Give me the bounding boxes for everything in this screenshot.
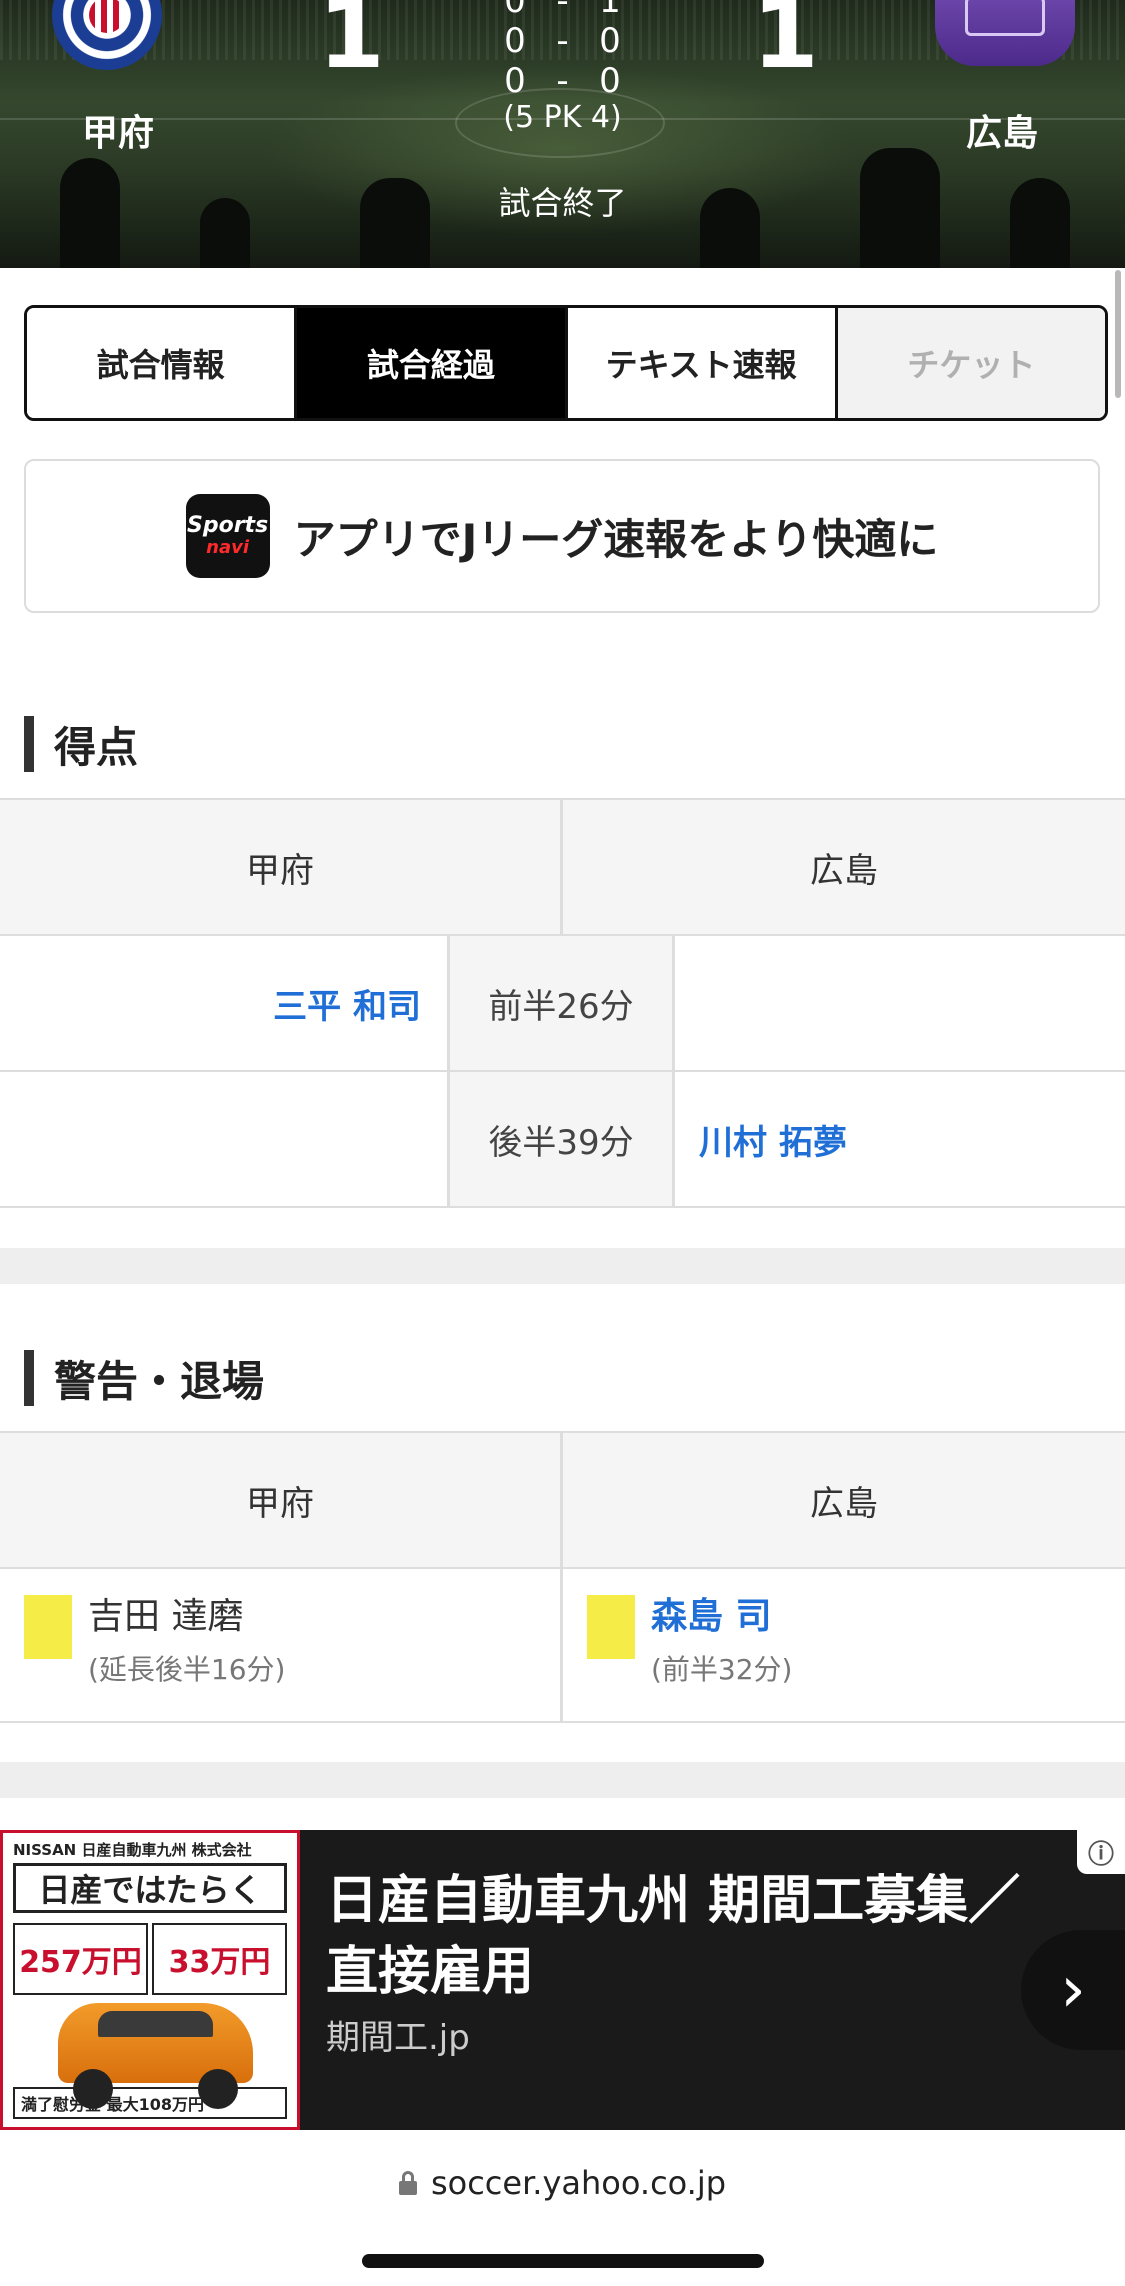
player-link[interactable]: 森島 司: [651, 1595, 792, 1638]
fan-silhouette: [1010, 178, 1070, 268]
scoring-table: 甲府 広島 三平 和司 前半26分 後半39分 川村 拓夢: [0, 798, 1125, 1208]
ad-title[interactable]: 日産自動車九州 期間工募集／直接雇用: [326, 1866, 1026, 2007]
tab-text-live[interactable]: テキスト速報: [567, 308, 838, 418]
home-team-name[interactable]: 甲府: [82, 104, 154, 156]
yellow-card-icon: [24, 1595, 72, 1659]
sportsnavi-app-icon: Sports navi: [185, 494, 270, 578]
scrollbar[interactable]: [1115, 270, 1121, 398]
ad-info-icon[interactable]: ⓘ: [1077, 1830, 1125, 1874]
app-promo-text: アプリでJリーグ速報をより快適に: [293, 514, 939, 564]
lock-icon: [398, 2171, 417, 2195]
ad-image-bonus: 満了慰労金 最大108万円: [13, 2087, 287, 2119]
section-title-bar: [24, 1350, 34, 1406]
match-status: 試合終了: [498, 184, 627, 222]
home-team-column-header: 甲府: [0, 800, 563, 934]
away-team-name[interactable]: 広島: [966, 104, 1038, 156]
tab-match-info[interactable]: 試合情報: [27, 308, 298, 418]
section-title-text: 警告・退場: [54, 1356, 265, 1406]
tab-match-progress[interactable]: 試合経過: [297, 308, 568, 418]
period-separator: -: [556, 0, 569, 21]
ad-image-offers: 257万円 33万円: [13, 1923, 287, 1995]
scoring-section-title: 得点: [24, 716, 138, 772]
chevron-right-icon[interactable]: ›: [1021, 1930, 1125, 2050]
period-away-score: 0: [599, 21, 621, 61]
ad-source[interactable]: 期間工.jp: [326, 2010, 470, 2059]
match-header: 1 1 0 - 1 0 - 0 0 - 0 (5 PK 4) 甲府 広島 試合終…: [0, 0, 1125, 268]
fan-silhouette: [360, 178, 430, 268]
player-link[interactable]: 三平 和司: [273, 979, 421, 1028]
table-row: 吉田 達磨 (延長後半16分) 森島 司 (前半32分): [0, 1569, 1125, 1723]
card-time: (延長後半16分): [88, 1653, 286, 1687]
app-icon-label: Sports: [187, 513, 269, 538]
away-scorer-cell: 川村 拓夢: [675, 1072, 1125, 1206]
period-home-score: 0: [504, 21, 526, 61]
section-title-text: 得点: [54, 722, 139, 772]
app-icon-label: navi: [206, 537, 250, 558]
cards-section-title: 警告・退場: [24, 1350, 264, 1406]
ad-image-company: NISSAN 日産自動車九州 株式会社: [13, 1841, 252, 1859]
fan-silhouette: [200, 198, 250, 268]
table-header-row: 甲府 広島: [0, 1433, 1125, 1569]
carded-player-name: 吉田 達磨: [88, 1596, 244, 1637]
home-scorer-cell: [0, 1072, 450, 1206]
table-row: 後半39分 川村 拓夢: [0, 1072, 1125, 1208]
away-scorer-cell: [675, 936, 1125, 1070]
fan-silhouette: [860, 148, 940, 268]
away-team-column-header: 広島: [563, 800, 1125, 934]
period-separator: -: [556, 61, 569, 101]
ad-offer-1: 257万円: [13, 1923, 148, 1995]
card-time: (前半32分): [651, 1653, 793, 1687]
url-text: soccer.yahoo.co.jp: [430, 2164, 727, 2202]
ad-image-headline: 日産ではたらく: [13, 1863, 287, 1913]
period-home-score: 0: [504, 61, 526, 101]
section-divider: [0, 1248, 1125, 1284]
goal-time: 前半26分: [450, 936, 675, 1070]
fan-silhouette: [700, 188, 760, 268]
section-divider: [0, 1762, 1125, 1798]
period-home-score: 0: [504, 0, 526, 21]
home-score: 1: [318, 0, 385, 90]
url-display[interactable]: soccer.yahoo.co.jp: [0, 2164, 1125, 2202]
away-card-cell: 森島 司 (前半32分): [563, 1569, 1125, 1721]
app-promo-banner[interactable]: Sports navi アプリでJリーグ速報をより快適に: [24, 459, 1100, 613]
period-score-row: 0 - 1: [500, 0, 625, 18]
home-team-column-header: 甲府: [0, 1433, 563, 1567]
away-team-column-header: 広島: [563, 1433, 1125, 1567]
home-card-cell: 吉田 達磨 (延長後半16分): [0, 1569, 563, 1721]
cards-table: 甲府 広島 吉田 達磨 (延長後半16分) 森島 司 (前半32分): [0, 1431, 1125, 1723]
goal-time: 後半39分: [450, 1072, 675, 1206]
fan-silhouette: [60, 158, 120, 268]
period-score-row: 0 - 0: [500, 64, 625, 98]
away-score: 1: [752, 0, 819, 90]
period-score-row: 0 - 0: [500, 24, 625, 58]
card-info: 森島 司 (前半32分): [651, 1595, 792, 1688]
card-info: 吉田 達磨 (延長後半16分): [88, 1595, 285, 1688]
away-team-crest-icon[interactable]: [935, 0, 1075, 66]
home-scorer-cell: 三平 和司: [0, 936, 450, 1070]
player-link[interactable]: 川村 拓夢: [699, 1115, 847, 1164]
advertisement[interactable]: NISSAN 日産自動車九州 株式会社 日産ではたらく 257万円 33万円 満…: [0, 1830, 1125, 2130]
penalty-shootout-score: (5 PK 4): [503, 100, 622, 135]
yellow-card-icon: [587, 1595, 635, 1659]
period-separator: -: [556, 21, 569, 61]
period-away-score: 0: [599, 61, 621, 101]
table-header-row: 甲府 広島: [0, 800, 1125, 936]
browser-url-bar[interactable]: soccer.yahoo.co.jp: [0, 2130, 1125, 2286]
period-away-score: 1: [599, 0, 621, 21]
home-indicator[interactable]: [362, 2254, 764, 2268]
tab-tickets[interactable]: チケット: [837, 308, 1105, 418]
section-title-bar: [24, 716, 34, 772]
match-tabs: 試合情報 試合経過 テキスト速報 チケット: [24, 305, 1108, 421]
ad-offer-2: 33万円: [152, 1923, 287, 1995]
ad-image[interactable]: NISSAN 日産自動車九州 株式会社 日産ではたらく 257万円 33万円 満…: [0, 1830, 300, 2130]
table-row: 三平 和司 前半26分: [0, 936, 1125, 1072]
